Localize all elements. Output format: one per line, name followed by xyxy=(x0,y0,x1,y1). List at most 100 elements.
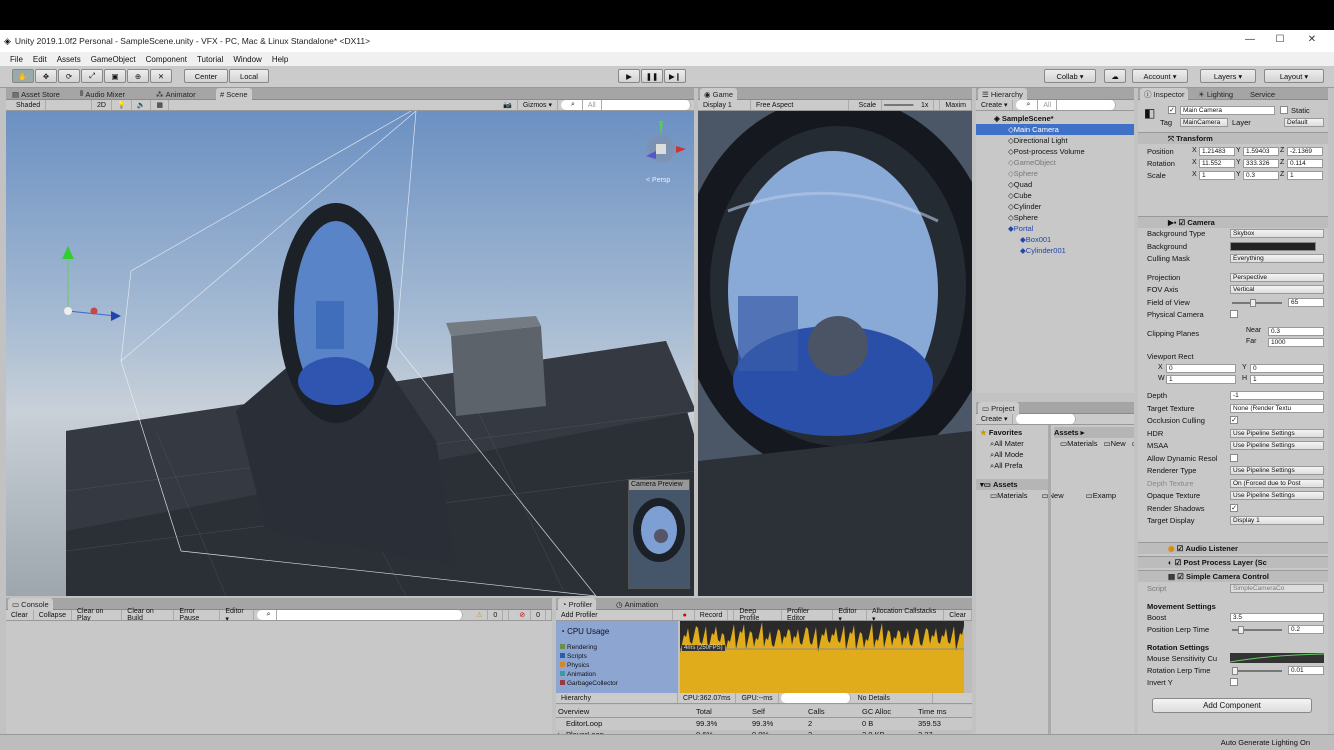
tab-inspector[interactable]: ⓘ Inspector xyxy=(1140,88,1189,100)
pivot-center-button[interactable]: Center xyxy=(184,69,228,83)
hand-tool-button[interactable]: ✋ xyxy=(12,69,34,83)
profiler-search-input[interactable] xyxy=(780,693,851,703)
step-button[interactable]: ▶❙ xyxy=(664,69,686,83)
add-component-button[interactable]: Add Component xyxy=(1152,698,1312,713)
audio-listener-header[interactable]: ◉ ☑ Audio Listener xyxy=(1138,542,1328,554)
maximize-on-play-toggle[interactable]: Maxim xyxy=(940,100,972,110)
viewport-y-field[interactable]: 0 xyxy=(1250,364,1324,373)
folder-tree-item[interactable]: ▭ Materials xyxy=(976,490,1028,501)
aspect-dropdown[interactable]: Free Aspect xyxy=(751,100,849,110)
slider-thumb[interactable] xyxy=(1232,667,1238,675)
2d-toggle[interactable]: 2D xyxy=(92,100,112,110)
project-splitter[interactable] xyxy=(1048,425,1051,750)
menu-window[interactable]: Window xyxy=(228,55,266,64)
tab-profiler[interactable]: ◔ Profiler xyxy=(558,598,597,610)
scale-tool-button[interactable]: ⤢ xyxy=(81,69,103,83)
hierarchy-item[interactable]: ◇ Cylinder xyxy=(976,201,1134,212)
rot-x-field[interactable]: 11.552 xyxy=(1199,159,1235,168)
folder-tree-item[interactable]: ▭ Examp xyxy=(1064,490,1116,501)
property-checkbox[interactable]: ✓ xyxy=(1230,416,1238,424)
property-dropdown[interactable]: Everything xyxy=(1230,254,1324,263)
hierarchy-item[interactable]: ◇ Sphere xyxy=(976,168,1134,179)
property-dropdown[interactable]: Use Pipeline Settings xyxy=(1230,441,1324,450)
persp-label[interactable]: < Persp xyxy=(646,177,670,184)
property-dropdown[interactable]: Use Pipeline Settings xyxy=(1230,491,1324,500)
rotation-lerp-slider[interactable] xyxy=(1232,667,1282,675)
menu-tutorial[interactable]: Tutorial xyxy=(192,55,228,64)
camera-header[interactable]: ▶▪ ☑ Camera xyxy=(1138,216,1328,228)
object-name-field[interactable]: Main Camera xyxy=(1180,106,1275,115)
hierarchy-item[interactable]: ◇ Main Camera xyxy=(976,124,1134,135)
transform-header[interactable]: ⤧ Transform xyxy=(1138,132,1328,144)
lighting-icon[interactable]: 💡 xyxy=(112,100,132,110)
profiler-column-header[interactable]: Total xyxy=(696,707,712,716)
viewport-x-field[interactable]: 0 xyxy=(1166,364,1236,373)
scale-z-field[interactable]: 1 xyxy=(1287,171,1323,180)
near-field[interactable]: 0.3 xyxy=(1268,327,1324,336)
profile-editor-button[interactable]: Profiler Editor xyxy=(782,608,834,622)
camera-enabled-checkbox[interactable]: ☑ xyxy=(1179,218,1188,227)
console-error-pause-button[interactable]: Error Pause xyxy=(174,608,221,622)
menu-edit[interactable]: Edit xyxy=(28,55,52,64)
profiler-column-header[interactable]: Overview xyxy=(558,707,589,716)
profiler-scrollbar[interactable] xyxy=(964,621,972,693)
hierarchy-item[interactable]: ◇ GameObject xyxy=(976,157,1134,168)
shading-mode-dropdown[interactable]: Shaded xyxy=(6,100,92,110)
hierarchy-item[interactable]: ◆ Portal xyxy=(976,223,1134,234)
property-dropdown[interactable]: Skybox xyxy=(1230,229,1324,238)
pos-x-field[interactable]: 1.21483 xyxy=(1199,147,1235,156)
property-dropdown[interactable]: Vertical xyxy=(1230,285,1324,294)
menu-component[interactable]: Component xyxy=(141,55,192,64)
slider-thumb[interactable] xyxy=(1249,298,1256,307)
collab-button[interactable]: Collab ▾ xyxy=(1044,69,1096,83)
project-breadcrumb[interactable]: Assets ▸ xyxy=(1054,427,1134,438)
fav-item[interactable]: ⌕ All Mode xyxy=(976,449,1048,460)
maximize-button[interactable]: ☐ xyxy=(1270,34,1290,48)
tab-animator[interactable]: ⁂ Animator xyxy=(152,88,200,100)
menu-assets[interactable]: Assets xyxy=(52,55,86,64)
warning-count-toggle[interactable]: ⚠ 0 xyxy=(466,610,510,620)
property-field[interactable]: -1 xyxy=(1230,391,1324,400)
cpu-graph[interactable]: 4ms (250FPS) xyxy=(680,621,964,693)
active-checkbox[interactable]: ✓ xyxy=(1168,106,1176,114)
hierarchy-create-button[interactable]: Create ▾ xyxy=(976,100,1014,110)
fav-item[interactable]: ⌕ All Prefa xyxy=(976,460,1048,471)
layers-button[interactable]: Layers ▾ xyxy=(1200,69,1256,83)
hierarchy-item[interactable]: ◆ Box001 xyxy=(976,234,1134,245)
audio-enabled-checkbox[interactable]: ☑ xyxy=(1177,544,1186,553)
cpu-usage-module[interactable]: ◔ CPU Usage xyxy=(560,627,609,636)
pause-button[interactable]: ❚❚ xyxy=(641,69,663,83)
hierarchy-item[interactable]: ◆ Cylinder001 xyxy=(976,245,1134,256)
project-file-item[interactable]: ▭ Materials xyxy=(1054,438,1098,449)
hierarchy-item[interactable]: ◇ Post-process Volume xyxy=(976,146,1134,157)
close-button[interactable]: ✕ xyxy=(1302,34,1322,48)
custom-tool-button[interactable]: ✕ xyxy=(150,69,172,83)
favorites-header[interactable]: ★ Favorites xyxy=(976,427,1048,438)
rotate-tool-button[interactable]: ⟳ xyxy=(58,69,80,83)
tab-services[interactable]: Service xyxy=(1246,88,1279,100)
hierarchy-search-input[interactable]: ⌕ All xyxy=(1016,100,1117,110)
hierarchy-mode-dropdown[interactable]: Hierarchy xyxy=(556,693,678,703)
menu-gameobject[interactable]: GameObject xyxy=(86,55,141,64)
game-viewport[interactable] xyxy=(698,111,972,596)
property-field[interactable]: None (Render Textu xyxy=(1230,403,1324,413)
viewport-w-field[interactable]: 1 xyxy=(1166,375,1236,384)
boost-field[interactable]: 3.5 xyxy=(1230,613,1324,622)
scale-x-field[interactable]: 1 xyxy=(1199,171,1235,180)
layout-button[interactable]: Layout ▾ xyxy=(1264,69,1324,83)
minimize-button[interactable]: — xyxy=(1240,34,1260,48)
move-tool-button[interactable]: ✥ xyxy=(35,69,57,83)
hierarchy-item[interactable]: ◇ Directional Light xyxy=(976,135,1134,146)
script-enabled-checkbox[interactable]: ☑ xyxy=(1177,572,1186,581)
tab-lighting[interactable]: ☀ Lighting xyxy=(1194,88,1237,100)
pos-z-field[interactable]: -2.1369 xyxy=(1287,147,1323,156)
tab-hierarchy[interactable]: ☰ Hierarchy xyxy=(978,88,1027,100)
hierarchy-item[interactable]: ◇ Sphere xyxy=(976,212,1134,223)
pivot-local-button[interactable]: Local xyxy=(229,69,269,83)
profiler-column-header[interactable]: Time ms xyxy=(918,707,946,716)
hierarchy-item[interactable]: ◇ Cube xyxy=(976,190,1134,201)
property-checkbox[interactable] xyxy=(1230,310,1238,318)
far-field[interactable]: 1000 xyxy=(1268,338,1324,347)
display-dropdown[interactable]: Display 1 xyxy=(698,100,751,110)
console-editor-button[interactable]: Editor ▾ xyxy=(220,608,254,623)
